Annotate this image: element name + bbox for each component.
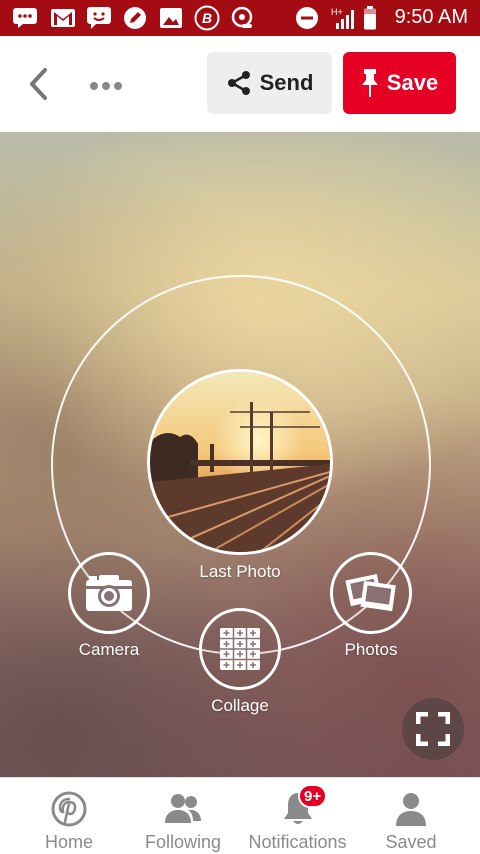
pin-icon <box>361 69 378 97</box>
collage-label: Collage <box>211 696 269 715</box>
nav-home-label: Home <box>44 832 93 852</box>
person-icon <box>394 790 428 828</box>
nav-saved[interactable]: Saved <box>370 778 452 854</box>
image-icon <box>158 5 184 31</box>
camera-button[interactable] <box>68 552 150 634</box>
nav-notifications-label: Notifications <box>248 832 347 852</box>
collage-button[interactable] <box>199 608 281 690</box>
notification-badge: 9+ <box>298 784 328 808</box>
status-bar: B H+ 9:50 AM <box>0 0 480 36</box>
railway-sunset-thumbnail <box>150 372 330 552</box>
nav-following[interactable]: Following <box>133 778 233 854</box>
send-button[interactable]: Send <box>207 52 332 114</box>
headset-icon <box>230 5 256 31</box>
gmail-icon <box>50 5 76 31</box>
more-dots-icon <box>90 82 122 90</box>
nav-notifications[interactable]: 9+ Notifications <box>240 778 355 854</box>
share-icon <box>227 71 250 95</box>
fullscreen-button[interactable] <box>402 698 464 760</box>
edit-icon <box>122 5 148 31</box>
chat-icon <box>12 5 38 31</box>
back-button[interactable] <box>22 64 56 104</box>
nav-saved-label: Saved <box>385 832 437 852</box>
save-label: Save <box>386 70 439 95</box>
expand-icon <box>416 712 450 746</box>
camera-icon <box>86 575 132 611</box>
network-type-label: H+ <box>331 7 343 17</box>
last-photo-button[interactable] <box>147 369 333 555</box>
camera-label: Camera <box>78 640 140 659</box>
camera-viewfinder: Last Photo Camera Collage Photos <box>0 132 480 777</box>
signal-icon: H+ <box>330 5 356 31</box>
nav-home[interactable]: Home <box>18 778 120 854</box>
last-photo-label: Last Photo <box>199 562 281 581</box>
send-label: Send <box>259 70 314 95</box>
save-button[interactable]: Save <box>343 52 456 114</box>
photos-label: Photos <box>344 640 398 659</box>
pinterest-icon <box>51 790 87 828</box>
sms-icon <box>86 5 112 31</box>
bolt-icon: B <box>194 5 220 31</box>
pin-toolbar: Send Save <box>0 36 480 132</box>
photos-stack-icon <box>345 573 396 612</box>
svg-text:B: B <box>202 10 212 26</box>
photos-button[interactable] <box>330 552 412 634</box>
status-time: 9:50 AM <box>394 6 468 28</box>
people-icon <box>164 790 202 828</box>
chevron-left-icon <box>30 68 47 100</box>
dnd-icon <box>294 5 320 31</box>
battery-icon <box>362 5 378 31</box>
nav-following-label: Following <box>144 832 222 852</box>
bottom-navigation: Home Following 9+ Notifications Saved <box>0 777 480 854</box>
more-options-button[interactable] <box>86 72 126 100</box>
collage-grid-icon <box>220 628 260 670</box>
